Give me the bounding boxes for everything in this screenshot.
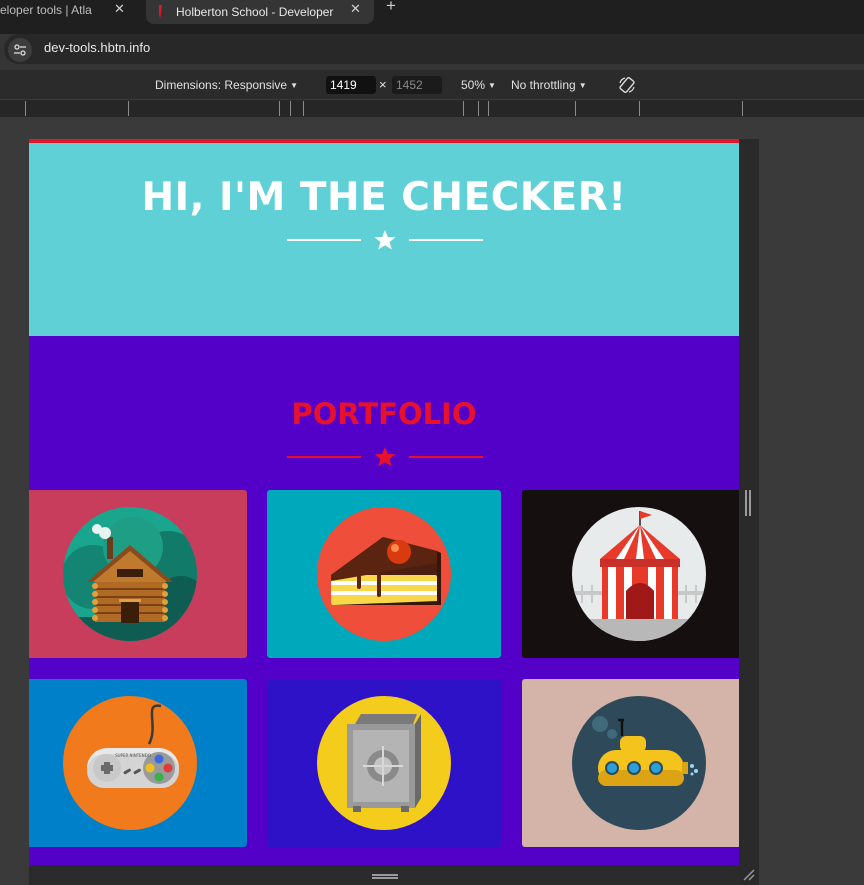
dimensions-dropdown[interactable]: Dimensions: Responsive ▼ [155,78,298,92]
media-query-ruler [0,100,864,118]
corner-resize-icon[interactable] [742,868,756,885]
holberton-favicon-icon [156,5,164,19]
hero-section: HI, I'M THE CHECKER! [29,143,739,336]
dimensions-label: Dimensions: Responsive [155,78,288,92]
safe-icon [317,696,451,830]
throttling-label: No throttling [511,78,576,92]
portfolio-card-cabin[interactable] [29,490,247,658]
width-input[interactable]: 1419 [326,76,376,94]
zoom-label: 50% [461,78,486,92]
url-text[interactable]: dev-tools.hbtn.info [44,40,150,55]
tab-bar: eloper tools | Atla ✕ Holberton School -… [0,0,864,34]
close-icon[interactable]: ✕ [350,1,361,17]
portfolio-card-submarine[interactable] [522,679,739,847]
tab-devtools[interactable]: eloper tools | Atla ✕ [0,0,140,20]
game-controller-icon: SUPER NINTENDO [63,696,197,830]
height-input[interactable]: 1452 [392,76,442,94]
tab-title: eloper tools | Atla [0,3,92,17]
throttling-dropdown[interactable]: No throttling ▼ [511,78,587,92]
portfolio-card-controller[interactable]: SUPER NINTENDO [29,679,247,847]
zoom-dropdown[interactable]: 50% ▼ [461,78,496,92]
caret-down-icon: ▼ [578,81,587,90]
star-icon [374,447,396,467]
rotate-icon[interactable] [617,75,637,98]
hero-title: HI, I'M THE CHECKER! [141,175,627,220]
width-resize-handle[interactable] [745,490,751,516]
times-label: × [379,77,387,92]
device-toolbar: Dimensions: Responsive ▼ 1419 × 1452 50% ▼… [0,70,864,161]
portfolio-star-divider [287,446,483,468]
submarine-icon [572,696,706,830]
omnibox[interactable]: dev-tools.hbtn.info [4,34,864,64]
tab-title: Holberton School - Developer [176,5,334,19]
circus-tent-icon [572,507,706,641]
portfolio-card-circus[interactable] [522,490,739,658]
controller-brand-label: SUPER NINTENDO [115,753,151,758]
cake-slice-icon [317,507,451,641]
close-icon[interactable]: ✕ [114,1,125,17]
caret-down-icon: ▼ [290,81,298,90]
tab-holberton[interactable]: Holberton School - Developer ✕ [146,0,374,24]
log-cabin-icon [63,507,197,641]
portfolio-title: PORTFOLIO [291,397,477,431]
new-tab-button[interactable]: + [386,0,396,14]
hero-star-divider [287,229,483,251]
height-resize-handle[interactable] [372,874,398,879]
address-bar: dev-tools.hbtn.info [0,34,864,70]
portfolio-card-safe[interactable] [267,679,501,847]
caret-down-icon: ▼ [488,81,496,90]
page-viewport[interactable]: HI, I'M THE CHECKER! PORTFOLIO SUPER NIN… [29,139,739,865]
star-icon [374,230,396,250]
site-settings-icon[interactable] [8,38,32,62]
portfolio-card-cake[interactable] [267,490,501,658]
